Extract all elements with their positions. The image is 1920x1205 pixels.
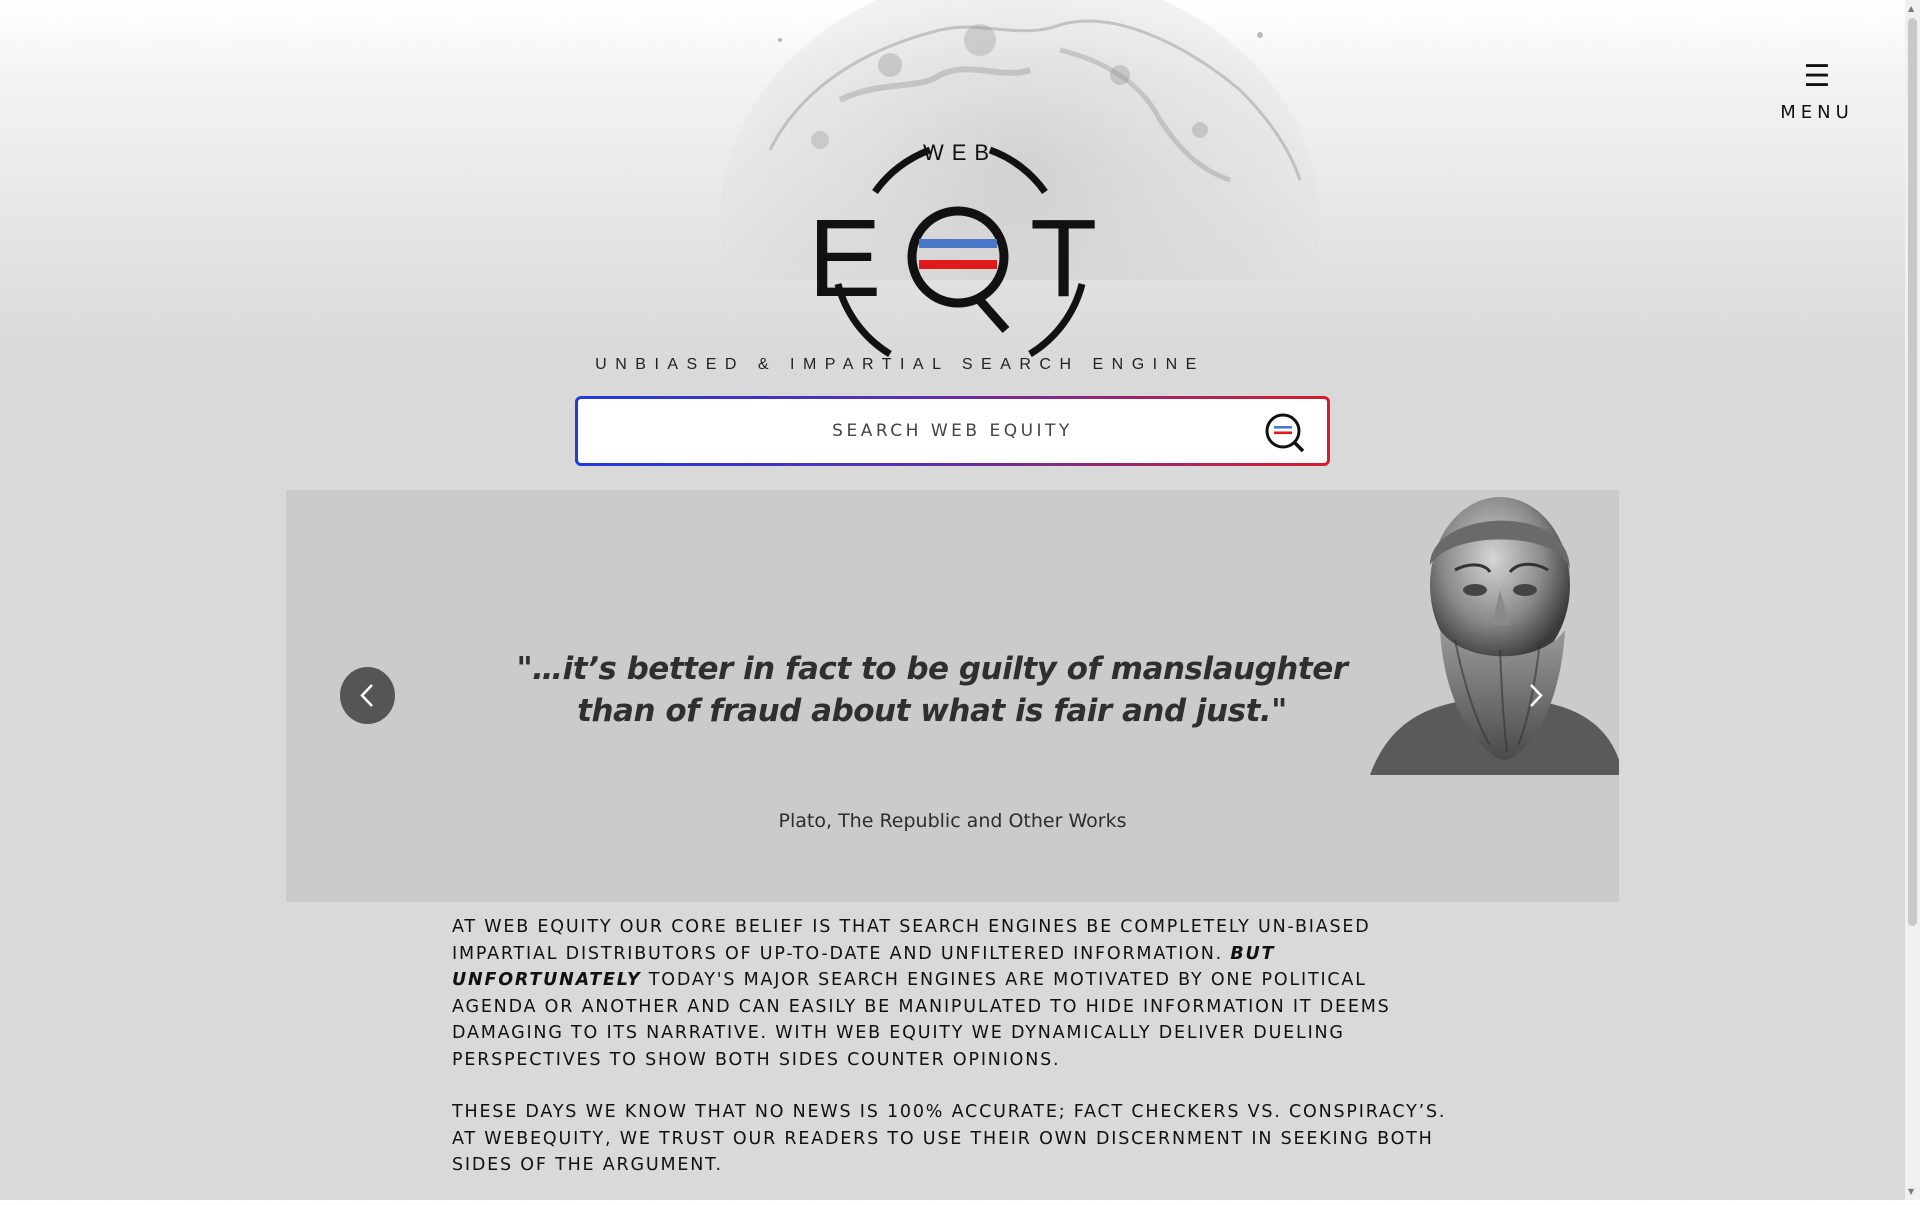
scroll-down-arrow-icon[interactable]: ▼ (1908, 1187, 1914, 1196)
logo-letter-t: T (1030, 197, 1097, 320)
search-input[interactable]: SEARCH WEB EQUITY (578, 399, 1327, 463)
logo-red-bar (919, 260, 997, 269)
quote-attribution: Plato, The Republic and Other Works (778, 810, 1127, 832)
page-scrollbar[interactable]: ▲ ▼ (1905, 0, 1920, 1200)
site-logo[interactable]: WEB E T (780, 136, 1140, 360)
carousel-quote: "…it’s better in fact to be guilty of ma… (516, 651, 1348, 729)
logo-tagline: UNBIASED & IMPARTIAL SEARCH ENGINE (595, 356, 1205, 373)
logo-blue-bar (919, 239, 997, 248)
chevron-left-icon[interactable] (340, 667, 395, 724)
logo-graphic: WEB E T (808, 140, 1097, 357)
logo-letter-e: E (808, 197, 881, 320)
search-bar[interactable]: SEARCH WEB EQUITY (575, 396, 1330, 466)
carousel-prev-button[interactable] (340, 667, 395, 724)
hamburger-icon[interactable]: ☰ (1770, 62, 1864, 92)
scrollbar-thumb[interactable] (1908, 18, 1917, 926)
about-section: AT WEB EQUITY OUR CORE BELIEF IS THAT SE… (452, 914, 1452, 1205)
carousel-next-button[interactable] (1508, 667, 1563, 724)
logo-web-text: WEB (923, 140, 997, 165)
about-paragraph-1: AT WEB EQUITY OUR CORE BELIEF IS THAT SE… (452, 914, 1452, 1073)
chevron-right-icon[interactable] (1508, 667, 1563, 724)
scroll-up-arrow-icon[interactable]: ▲ (1908, 4, 1914, 13)
menu-button[interactable]: ☰ MENU (1770, 62, 1864, 124)
search-icon[interactable] (1263, 411, 1307, 455)
plato-bust-image (1370, 497, 1619, 775)
menu-label: MENU (1780, 102, 1854, 123)
quote-carousel: "…it’s better in fact to be guilty of ma… (286, 490, 1619, 902)
about-paragraph-2: THESE DAYS WE KNOW THAT NO NEWS IS 100% … (452, 1102, 1447, 1175)
